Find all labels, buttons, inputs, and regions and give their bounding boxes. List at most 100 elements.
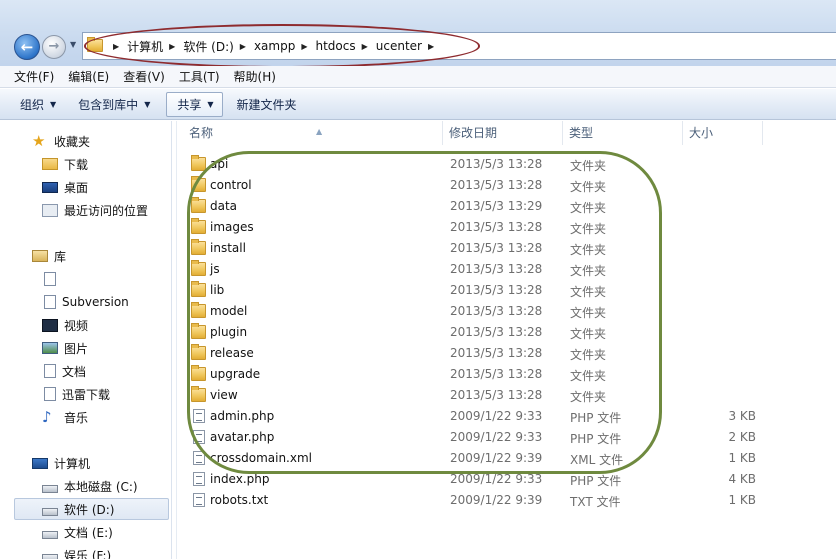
share-button[interactable]: 共享 ▼: [166, 91, 223, 117]
nav-item-label: 本地磁盘 (C:): [64, 479, 138, 494]
column-header-date[interactable]: 修改日期: [443, 121, 563, 145]
file-row[interactable]: lib 2013/5/3 13:28 文件夹: [177, 280, 836, 301]
file-row[interactable]: avatar.php 2009/1/22 9:33 PHP 文件 2 KB: [177, 427, 836, 448]
menu-help[interactable]: 帮助(H): [234, 68, 276, 85]
organize-button[interactable]: 组织 ▼: [20, 96, 56, 113]
nav-item-thunder-downloads[interactable]: 迅雷下载: [42, 383, 110, 405]
file-row[interactable]: install 2013/5/3 13:28 文件夹: [177, 238, 836, 259]
menu-view[interactable]: 查看(V): [123, 68, 165, 85]
command-bar: 组织 ▼ 包含到库中 ▼ 共享 ▼ 新建文件夹: [0, 89, 836, 120]
nav-libraries-label: 库: [54, 249, 67, 264]
file-row[interactable]: data 2013/5/3 13:29 文件夹: [177, 196, 836, 217]
file-type: 文件夹: [570, 180, 607, 194]
file-type: 文件夹: [570, 369, 607, 383]
file-modified-date: 2013/5/3 13:28: [450, 304, 543, 318]
file-row[interactable]: admin.php 2009/1/22 9:33 PHP 文件 3 KB: [177, 406, 836, 427]
file-row[interactable]: model 2013/5/3 13:28 文件夹: [177, 301, 836, 322]
file-row[interactable]: release 2013/5/3 13:28 文件夹: [177, 343, 836, 364]
nav-item-recent-places[interactable]: 最近访问的位置: [42, 199, 148, 221]
file-name: release: [210, 346, 254, 360]
file-row[interactable]: crossdomain.xml 2009/1/22 9:39 XML 文件 1 KB: [177, 448, 836, 469]
file-type: 文件夹: [570, 222, 607, 236]
menu-file[interactable]: 文件(F): [14, 68, 54, 85]
menu-edit[interactable]: 编辑(E): [68, 68, 109, 85]
nav-item-drive-e[interactable]: 文档 (E:): [42, 521, 113, 543]
file-row[interactable]: js 2013/5/3 13:28 文件夹: [177, 259, 836, 280]
nav-item-documents[interactable]: 文档: [42, 360, 86, 382]
file-row[interactable]: images 2013/5/3 13:28 文件夹: [177, 217, 836, 238]
forward-button[interactable]: →: [42, 35, 66, 59]
file-row[interactable]: robots.txt 2009/1/22 9:39 TXT 文件 1 KB: [177, 490, 836, 511]
file-modified-date: 2013/5/3 13:28: [450, 220, 543, 234]
nav-item-label: 下载: [64, 157, 89, 172]
address-bar[interactable]: ▶ 计算机 ▶ 软件 (D:) ▶ xampp ▶ htdocs ▶ ucent…: [82, 32, 836, 60]
nav-item-drive-f[interactable]: 娱乐 (F:): [42, 544, 111, 559]
nav-item-drive-c[interactable]: 本地磁盘 (C:): [42, 475, 138, 497]
navigation-pane: ★ 收藏夹 下载 桌面 最近访问的位置 库 Subversion 视频 图片 文…: [0, 121, 172, 559]
file-row[interactable]: plugin 2013/5/3 13:28 文件夹: [177, 322, 836, 343]
breadcrumb-ucenter[interactable]: ucenter: [376, 39, 422, 53]
folder-icon: [191, 197, 206, 213]
breadcrumb-chevron-icon[interactable]: ▶: [113, 42, 119, 51]
file-row[interactable]: view 2013/5/3 13:28 文件夹: [177, 385, 836, 406]
column-header-size[interactable]: 大小: [683, 121, 763, 145]
nav-libraries[interactable]: 库: [32, 245, 66, 267]
star-icon: ★: [32, 131, 46, 150]
breadcrumb-xampp[interactable]: xampp: [254, 39, 295, 53]
file-modified-date: 2013/5/3 13:28: [450, 262, 543, 276]
recent-places-icon: [42, 203, 58, 217]
new-folder-button[interactable]: 新建文件夹: [237, 96, 297, 113]
file-size: 4 KB: [728, 472, 756, 486]
breadcrumb-chevron-icon[interactable]: ▶: [169, 42, 175, 51]
file-name: data: [210, 199, 238, 213]
nav-item-desktop[interactable]: 桌面: [42, 176, 88, 198]
nav-item-drive-d[interactable]: 软件 (D:): [14, 498, 169, 520]
file-type: 文件夹: [570, 285, 607, 299]
file-type: 文件夹: [570, 348, 607, 362]
breadcrumb-chevron-icon[interactable]: ▶: [240, 42, 246, 51]
column-header-name[interactable]: 名称 ▲: [183, 121, 443, 145]
file-name: avatar.php: [210, 430, 275, 444]
nav-item-unnamed-library[interactable]: [42, 268, 62, 290]
breadcrumb-htdocs[interactable]: htdocs: [316, 39, 356, 53]
nav-computer[interactable]: 计算机: [32, 452, 90, 474]
nav-item-subversion[interactable]: Subversion: [42, 291, 129, 313]
nav-item-music[interactable]: ♪ 音乐: [42, 406, 88, 428]
nav-item-label: 音乐: [64, 410, 89, 425]
breadcrumb-computer[interactable]: 计算机: [127, 38, 163, 55]
file-modified-date: 2013/5/3 13:29: [450, 199, 543, 213]
folder-icon: [191, 386, 206, 402]
file-type: 文件夹: [570, 390, 607, 404]
file-row[interactable]: control 2013/5/3 13:28 文件夹: [177, 175, 836, 196]
back-button[interactable]: ←: [14, 34, 40, 60]
recent-pages-dropdown-icon[interactable]: ▼: [70, 40, 80, 52]
downloads-folder-icon: [42, 158, 58, 170]
nav-item-downloads[interactable]: 下载: [42, 153, 88, 175]
file-type: 文件夹: [570, 327, 607, 341]
breadcrumb-drive-d[interactable]: 软件 (D:): [183, 38, 233, 55]
file-name: install: [210, 241, 246, 255]
file-type: TXT 文件: [570, 495, 621, 509]
nav-item-pictures[interactable]: 图片: [42, 337, 88, 359]
include-in-library-button[interactable]: 包含到库中 ▼: [78, 96, 150, 113]
folder-icon: [191, 239, 206, 255]
nav-item-videos[interactable]: 视频: [42, 314, 88, 336]
column-header-label: 名称: [189, 126, 214, 140]
file-row[interactable]: index.php 2009/1/22 9:33 PHP 文件 4 KB: [177, 469, 836, 490]
menu-tools[interactable]: 工具(T): [179, 68, 220, 85]
nav-favorites-label: 收藏夹: [54, 134, 91, 149]
folder-icon: [191, 344, 206, 360]
nav-favorites[interactable]: ★ 收藏夹: [32, 130, 90, 152]
file-row[interactable]: upgrade 2013/5/3 13:28 文件夹: [177, 364, 836, 385]
file-size: 1 KB: [728, 493, 756, 507]
breadcrumb-chevron-icon[interactable]: ▶: [428, 42, 434, 51]
file-row[interactable]: api 2013/5/3 13:28 文件夹: [177, 154, 836, 175]
breadcrumb-chevron-icon[interactable]: ▶: [301, 42, 307, 51]
file-name: control: [210, 178, 252, 192]
column-header-type[interactable]: 类型: [563, 121, 683, 145]
file-icon: [193, 430, 205, 444]
breadcrumb: ▶ 计算机 ▶ 软件 (D:) ▶ xampp ▶ htdocs ▶ ucent…: [107, 33, 442, 59]
file-modified-date: 2009/1/22 9:39: [450, 493, 543, 507]
breadcrumb-chevron-icon[interactable]: ▶: [362, 42, 368, 51]
sort-ascending-icon: ▲: [316, 127, 323, 136]
